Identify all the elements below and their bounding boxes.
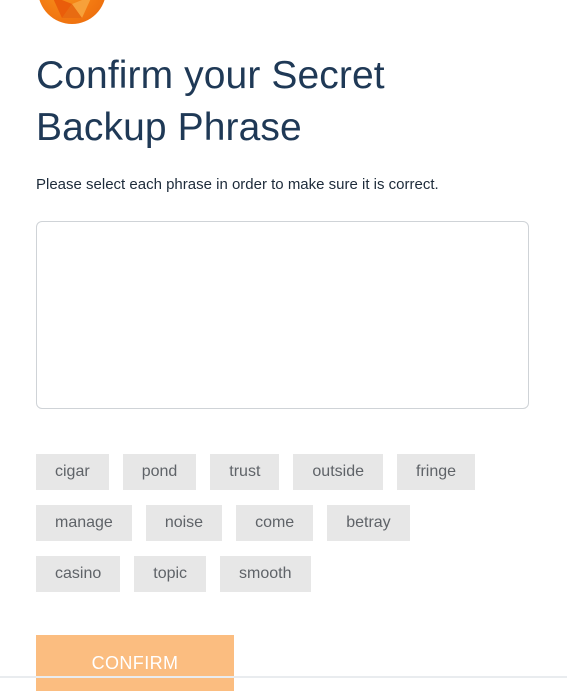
- word-button-outside[interactable]: outside: [293, 454, 383, 490]
- word-button-betray[interactable]: betray: [327, 505, 410, 541]
- word-button-trust[interactable]: trust: [210, 454, 280, 490]
- word-button-manage[interactable]: manage: [36, 505, 132, 541]
- word-button-fringe[interactable]: fringe: [397, 454, 476, 490]
- word-button-topic[interactable]: topic: [134, 556, 207, 592]
- word-row: manage noise come betray: [36, 505, 536, 541]
- word-row: cigar pond trust outside fringe: [36, 454, 536, 490]
- word-button-smooth[interactable]: smooth: [220, 556, 311, 592]
- selected-phrase-box[interactable]: [36, 221, 529, 409]
- word-button-casino[interactable]: casino: [36, 556, 121, 592]
- word-button-noise[interactable]: noise: [145, 505, 223, 541]
- word-button-come[interactable]: come: [236, 505, 314, 541]
- instructions-text: Please select each phrase in order to ma…: [36, 176, 439, 193]
- fox-logo-icon: [38, 0, 106, 24]
- word-row: casino topic smooth: [36, 556, 536, 592]
- page-title: Confirm your Secret Backup Phrase: [36, 54, 385, 149]
- confirm-button[interactable]: CONFIRM: [36, 635, 234, 691]
- word-button-pond[interactable]: pond: [122, 454, 197, 490]
- word-button-cigar[interactable]: cigar: [36, 454, 109, 490]
- word-bank: cigar pond trust outside fringe manage n…: [36, 454, 536, 607]
